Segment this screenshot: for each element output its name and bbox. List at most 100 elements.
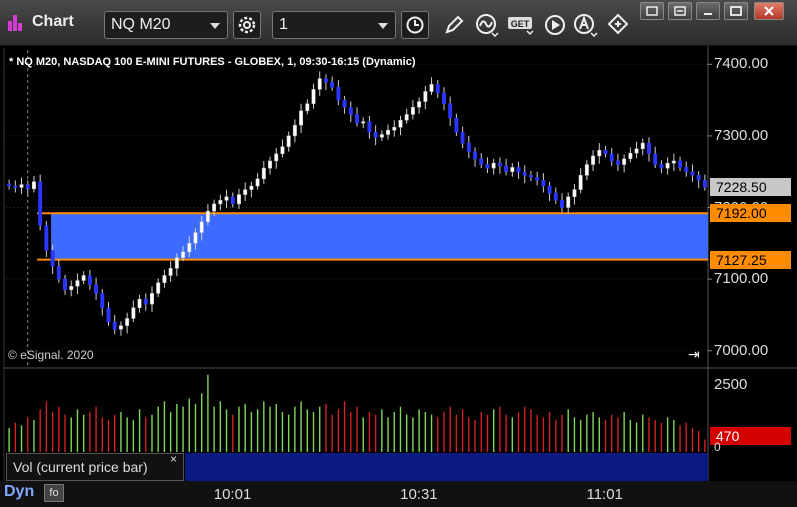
candle-down (373, 132, 378, 138)
volume-tick-label: 2500 (714, 376, 748, 394)
candle-up (665, 162, 670, 169)
candle-down (560, 200, 564, 208)
candle-down (504, 165, 509, 172)
candle-up (410, 107, 415, 115)
candle-down (653, 153, 658, 165)
candle-down (647, 142, 651, 155)
candle-up (193, 232, 198, 244)
candle-down (112, 321, 117, 330)
candle-down (696, 175, 701, 181)
candle-up (311, 89, 316, 104)
candle-up (566, 196, 571, 208)
candle-up (584, 164, 589, 176)
price-tag-zone-top: 7192.00 (710, 204, 791, 223)
candle-down (485, 164, 490, 169)
candle-up (31, 181, 36, 190)
candle-up (417, 101, 422, 108)
candle-down (659, 164, 664, 169)
candle-up (69, 286, 74, 291)
candle-up (578, 175, 583, 190)
candle-down (547, 185, 552, 194)
volume-study-label: Vol (current price bar) (13, 459, 148, 475)
time-tick-label: 11:01 (586, 486, 623, 503)
candle-down (516, 167, 521, 173)
copyright-label: © eSignal. 2020 (8, 348, 94, 362)
candle-down (553, 192, 558, 201)
candle-up (305, 103, 310, 112)
candle-up (249, 185, 254, 190)
price-chart[interactable] (0, 0, 797, 507)
candle-up (628, 152, 633, 160)
candle-down (348, 107, 353, 115)
time-tick-label: 10:01 (213, 486, 252, 503)
scroll-to-end-icon[interactable]: ⇥ (688, 346, 700, 363)
candle-up (255, 178, 260, 187)
candle-down (473, 151, 477, 160)
candle-up (168, 268, 173, 276)
candle-down (442, 92, 446, 104)
candle-up (75, 280, 80, 287)
candle-up (423, 91, 428, 102)
candle-up (19, 184, 24, 188)
candle-down (342, 99, 347, 108)
volume-study-band (185, 453, 708, 481)
candle-up (199, 221, 204, 233)
volume-bars (8, 374, 706, 452)
candle-down (435, 84, 440, 94)
candle-up (261, 167, 266, 180)
candle-down (678, 160, 683, 168)
candle-down (603, 149, 608, 155)
candle-down (497, 162, 502, 167)
price-tick-label: 7000.00 (714, 341, 769, 359)
candle-up (150, 293, 154, 305)
candle-down (479, 158, 484, 165)
candle-up (640, 142, 645, 150)
candle-up (280, 146, 285, 155)
candle-up (572, 189, 577, 198)
candle-up (137, 298, 142, 308)
candle-down (44, 225, 49, 251)
candle-down (522, 172, 527, 176)
candle-down (702, 180, 707, 188)
candle-up (212, 203, 217, 212)
candle-up (386, 129, 391, 135)
candle-up (404, 114, 409, 121)
candle-down (56, 265, 61, 280)
candle-down (13, 185, 18, 188)
price-gridlines (6, 63, 712, 352)
candle-down (448, 103, 453, 119)
candle-up (181, 251, 186, 258)
candle-up (292, 124, 297, 137)
candle-down (367, 121, 372, 133)
candle-up (317, 78, 322, 90)
candle-down (615, 160, 620, 165)
candle-up (118, 325, 123, 330)
candle-up (286, 135, 291, 147)
candle-up (131, 307, 136, 319)
candle-up (243, 189, 248, 195)
candle-down (535, 177, 540, 181)
volume-study-tab[interactable]: Vol (current price bar) (6, 453, 184, 481)
candle-down (684, 167, 689, 172)
candle-down (454, 117, 459, 133)
candle-up (597, 149, 602, 157)
candle-up (398, 119, 403, 128)
support-zone[interactable] (37, 212, 708, 261)
candle-up (299, 110, 304, 126)
close-icon[interactable]: × (170, 452, 177, 466)
candle-down (7, 183, 12, 187)
candlesticks (7, 71, 707, 336)
candle-up (162, 275, 167, 283)
dynamic-lock-icon[interactable]: fo (44, 484, 64, 502)
dynamic-mode-label[interactable]: Dyn (4, 483, 34, 501)
candle-up (634, 148, 639, 154)
zone-fill (51, 213, 708, 260)
candle-up (218, 200, 223, 205)
candle-down (460, 132, 465, 144)
candle-down (50, 250, 55, 267)
candle-up (205, 210, 210, 223)
candle-up (622, 158, 627, 165)
candle-up (671, 160, 676, 164)
candle-up (156, 282, 161, 294)
candle-down (609, 153, 614, 162)
